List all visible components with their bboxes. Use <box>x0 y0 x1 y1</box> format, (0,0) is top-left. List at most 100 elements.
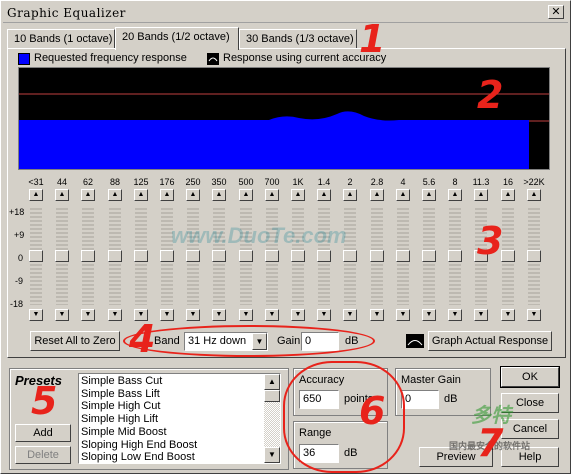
band-up-icon[interactable]: ▲ <box>134 189 148 201</box>
band-slider-thumb[interactable] <box>186 250 200 262</box>
close-window-button[interactable]: ✕ <box>548 5 564 19</box>
gain-axis-label: -9 <box>15 276 24 286</box>
presets-list[interactable]: Simple Bass Cut Simple Bass Lift Simple Hi… <box>78 373 281 464</box>
band-up-icon[interactable]: ▲ <box>55 189 69 201</box>
band-slider-thumb[interactable] <box>212 250 226 262</box>
band-down-icon[interactable]: ▼ <box>317 309 331 321</box>
band-down-icon[interactable]: ▼ <box>370 309 384 321</box>
frequency-response-graph <box>18 67 550 170</box>
band-up-icon[interactable]: ▲ <box>291 189 305 201</box>
band-up-icon[interactable]: ▲ <box>527 189 541 201</box>
band-up-icon[interactable]: ▲ <box>317 189 331 201</box>
band-down-icon[interactable]: ▼ <box>343 309 357 321</box>
band-up-icon[interactable]: ▲ <box>29 189 43 201</box>
band-up-icon[interactable]: ▲ <box>474 189 488 201</box>
band-down-icon[interactable]: ▼ <box>448 309 462 321</box>
preset-list-item[interactable]: Simple High Lift <box>81 413 158 426</box>
equalizer-window: Graphic Equalizer ✕ 10 Bands (1 octave) … <box>0 0 571 474</box>
master-gain-input[interactable]: 0 <box>401 390 439 409</box>
tab-10-bands[interactable]: 10 Bands (1 octave) <box>7 29 115 49</box>
band-up-icon[interactable]: ▲ <box>396 189 410 201</box>
scroll-thumb[interactable] <box>264 390 280 402</box>
band-up-icon[interactable]: ▲ <box>501 189 515 201</box>
scroll-up-icon[interactable]: ▲ <box>264 374 280 390</box>
gain-axis-label: +18 <box>9 207 25 217</box>
band-up-icon[interactable]: ▲ <box>343 189 357 201</box>
band-up-icon[interactable]: ▲ <box>186 189 200 201</box>
band-slider-thumb[interactable] <box>396 250 410 262</box>
band-up-icon[interactable]: ▲ <box>81 189 95 201</box>
preset-list-item[interactable]: Simple High Cut <box>81 400 160 413</box>
band-down-icon[interactable]: ▼ <box>527 309 541 321</box>
frequency-label: 11.3 <box>472 177 490 187</box>
annotation-ring-settings <box>283 361 405 473</box>
band-down-icon[interactable]: ▼ <box>265 309 279 321</box>
band-slider-thumb[interactable] <box>55 250 69 262</box>
preset-list-item[interactable]: Sloping Low End Boost <box>81 451 195 464</box>
band-down-icon[interactable]: ▼ <box>501 309 515 321</box>
tab-20-bands[interactable]: 20 Bands (1/2 octave) <box>115 27 239 50</box>
band-down-icon[interactable]: ▼ <box>212 309 226 321</box>
band-down-icon[interactable]: ▼ <box>474 309 488 321</box>
add-preset-button[interactable]: Add <box>15 424 71 442</box>
tab-30-bands[interactable]: 30 Bands (1/3 octave) <box>239 29 357 49</box>
reset-all-button[interactable]: Reset All to Zero <box>30 331 120 351</box>
frequency-label: 350 <box>211 177 227 187</box>
window-title: Graphic Equalizer <box>7 6 126 20</box>
actual-legend-swatch <box>207 53 219 65</box>
graph-actual-response-button[interactable]: Graph Actual Response <box>428 331 552 351</box>
frequency-label: >22K <box>523 177 545 187</box>
presets-scrollbar[interactable]: ▲ ▼ <box>264 374 280 463</box>
band-slider-thumb[interactable] <box>370 250 384 262</box>
band-down-icon[interactable]: ▼ <box>239 309 253 321</box>
band-down-icon[interactable]: ▼ <box>396 309 410 321</box>
band-down-icon[interactable]: ▼ <box>108 309 122 321</box>
band-slider-thumb[interactable] <box>29 250 43 262</box>
band-slider-thumb[interactable] <box>448 250 462 262</box>
preset-list-item[interactable]: Simple Mid Boost <box>81 426 167 439</box>
band-down-icon[interactable]: ▼ <box>160 309 174 321</box>
band-down-icon[interactable]: ▼ <box>81 309 95 321</box>
band-up-icon[interactable]: ▲ <box>108 189 122 201</box>
site-watermark: www.DuoTe.com <box>171 223 347 248</box>
scroll-down-icon[interactable]: ▼ <box>264 447 280 463</box>
frequency-label: 2 <box>347 177 353 187</box>
band-slider-thumb[interactable] <box>108 250 122 262</box>
band-up-icon[interactable]: ▲ <box>212 189 226 201</box>
band-slider-thumb[interactable] <box>81 250 95 262</box>
delete-preset-button[interactable]: Delete <box>15 446 71 464</box>
gain-axis-label: -18 <box>10 299 24 309</box>
annotation-7: 7 <box>477 421 504 465</box>
preset-list-item[interactable]: Simple Bass Cut <box>81 375 162 388</box>
master-gain-label: Master Gain <box>401 374 461 386</box>
band-slider-thumb[interactable] <box>422 250 436 262</box>
band-down-icon[interactable]: ▼ <box>29 309 43 321</box>
band-slider-thumb[interactable] <box>527 250 541 262</box>
band-up-icon[interactable]: ▲ <box>239 189 253 201</box>
band-slider-thumb[interactable] <box>317 250 331 262</box>
band-slider-thumb[interactable] <box>239 250 253 262</box>
band-up-icon[interactable]: ▲ <box>265 189 279 201</box>
band-down-icon[interactable]: ▼ <box>55 309 69 321</box>
preset-list-item[interactable]: Simple Bass Lift <box>81 388 160 401</box>
ok-button[interactable]: OK <box>500 366 560 388</box>
band-slider-thumb[interactable] <box>134 250 148 262</box>
curve-icon <box>406 334 424 348</box>
band-down-icon[interactable]: ▼ <box>422 309 436 321</box>
band-slider-thumb[interactable] <box>160 250 174 262</box>
band-up-icon[interactable]: ▲ <box>370 189 384 201</box>
preset-list-item[interactable]: Sloping High End Boost <box>81 439 197 452</box>
annotation-ring-controls <box>123 325 375 357</box>
annotation-1: 1 <box>359 17 386 61</box>
band-down-icon[interactable]: ▼ <box>291 309 305 321</box>
band-up-icon[interactable]: ▲ <box>448 189 462 201</box>
band-up-icon[interactable]: ▲ <box>422 189 436 201</box>
annotation-2: 2 <box>477 73 504 117</box>
title-bar: Graphic Equalizer ✕ <box>3 3 568 23</box>
annotation-5: 5 <box>31 379 58 423</box>
band-slider-thumb[interactable] <box>265 250 279 262</box>
band-up-icon[interactable]: ▲ <box>160 189 174 201</box>
band-slider-thumb[interactable] <box>343 250 357 262</box>
band-slider-thumb[interactable] <box>291 250 305 262</box>
band-down-icon[interactable]: ▼ <box>186 309 200 321</box>
